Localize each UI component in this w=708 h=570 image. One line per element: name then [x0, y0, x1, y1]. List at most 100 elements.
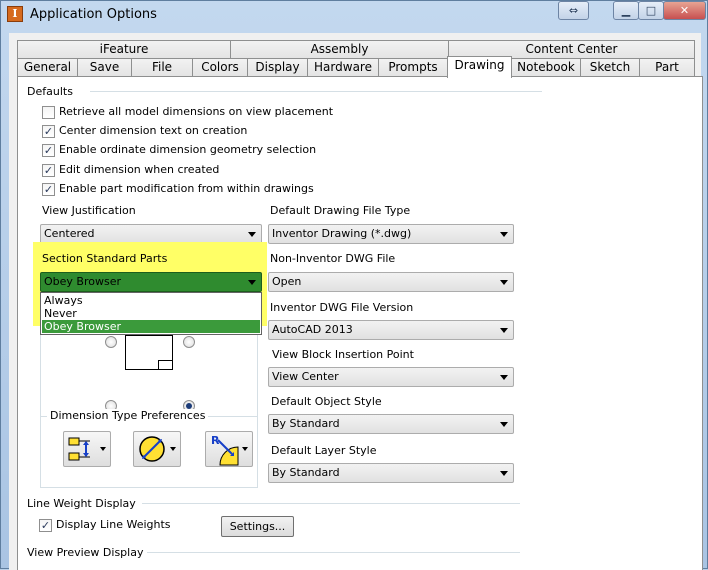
checkbox-label: Retrieve all model dimensions on view pl… [59, 105, 334, 118]
default-layer-style-select[interactable]: By Standard [268, 463, 514, 483]
view-preview-display-label: View Preview Display [27, 546, 148, 559]
section-standard-parts-select[interactable]: Obey Browser [40, 272, 262, 292]
maximize-button[interactable]: □ [638, 1, 664, 20]
checkbox-display-line-weights[interactable]: ✓ Display Line Weights [39, 518, 219, 534]
dropdown-arrow-icon [500, 232, 508, 237]
checkbox-edit-dimension-when-created[interactable]: ✓ Edit dimension when created [42, 163, 442, 179]
section-standard-parts-value: Obey Browser [44, 275, 121, 288]
default-layer-style-label: Default Layer Style [271, 444, 377, 457]
view-preview-divider [142, 552, 520, 553]
check-icon: ✓ [40, 519, 51, 532]
svg-text:R: R [211, 434, 220, 447]
section-standard-parts-label: Section Standard Parts [42, 252, 168, 265]
title-bar[interactable]: I Application Options ⇔ ▁ □ ✕ [1, 1, 708, 33]
section-standard-parts-dropdown: Always Never Obey Browser [40, 292, 262, 335]
default-layer-style-value: By Standard [272, 466, 340, 479]
view-justification-value: Centered [44, 227, 95, 240]
view-block-insertion-point-select[interactable]: View Center [268, 367, 514, 387]
line-weight-display-label: Line Weight Display [27, 497, 140, 510]
non-inventor-dwg-file-value: Open [272, 275, 302, 288]
insertion-radio-top-left[interactable] [105, 336, 117, 348]
checkbox-retrieve-dimensions[interactable]: Retrieve all model dimensions on view pl… [42, 105, 442, 121]
defaults-group-label: Defaults [27, 85, 77, 98]
line-weight-divider [142, 503, 520, 504]
dropdown-arrow-icon [242, 447, 248, 451]
dropdown-arrow-icon [500, 375, 508, 380]
linear-dimension-button[interactable] [63, 431, 111, 467]
drawing-tab-panel: Defaults Retrieve all model dimensions o… [17, 76, 703, 570]
dialog-client: iFeature Assembly Content Center General… [9, 33, 703, 570]
view-justification-label: View Justification [42, 204, 136, 217]
tab-sketch[interactable]: Sketch [580, 58, 640, 77]
settings-button[interactable]: Settings... [221, 516, 294, 537]
tab-notebook[interactable]: Notebook [511, 58, 581, 77]
tab-hardware[interactable]: Hardware [307, 58, 379, 77]
non-inventor-dwg-file-select[interactable]: Open [268, 272, 514, 292]
tab-drawing[interactable]: Drawing [447, 56, 512, 78]
tab-display[interactable]: Display [247, 58, 308, 77]
checkbox-box[interactable] [42, 106, 55, 119]
default-drawing-file-type-select[interactable]: Inventor Drawing (*.dwg) [268, 224, 514, 244]
maximize-icon: □ [645, 4, 657, 17]
default-object-style-value: By Standard [272, 417, 340, 430]
option-always[interactable]: Always [42, 294, 260, 307]
check-icon: ✓ [43, 144, 54, 157]
option-obey-browser[interactable]: Obey Browser [42, 320, 260, 333]
default-object-style-label: Default Object Style [271, 395, 382, 408]
radius-dimension-button[interactable]: R [205, 431, 253, 467]
default-drawing-file-type-value: Inventor Drawing (*.dwg) [272, 227, 412, 240]
default-object-style-select[interactable]: By Standard [268, 414, 514, 434]
view-block-insertion-point-label: View Block Insertion Point [272, 348, 414, 361]
close-icon: ✕ [679, 4, 690, 17]
minimize-icon: ▁ [621, 4, 631, 17]
tab-save[interactable]: Save [77, 58, 132, 77]
close-button[interactable]: ✕ [663, 1, 706, 20]
default-drawing-file-type-label: Default Drawing File Type [270, 204, 411, 217]
dropdown-arrow-icon [100, 447, 106, 451]
checkbox-box[interactable]: ✓ [42, 164, 55, 177]
tab-ifeature[interactable]: iFeature [17, 40, 231, 59]
dropdown-arrow-icon [500, 328, 508, 333]
view-justification-select[interactable]: Centered [40, 224, 262, 244]
checkbox-box[interactable]: ✓ [42, 144, 55, 157]
tab-prompts[interactable]: Prompts [378, 58, 448, 77]
checkbox-box[interactable]: ✓ [42, 183, 55, 196]
checkbox-box[interactable]: ✓ [42, 125, 55, 138]
checkbox-label: Enable part modification from within dra… [59, 182, 314, 195]
defaults-divider [90, 91, 542, 92]
checkbox-enable-ordinate-selection[interactable]: ✓ Enable ordinate dimension geometry sel… [42, 143, 442, 159]
check-icon: ✓ [43, 164, 54, 177]
tab-general[interactable]: General [17, 58, 78, 77]
inventor-dwg-file-version-label: Inventor DWG File Version [270, 301, 414, 314]
window-title: Application Options [30, 7, 157, 22]
tab-assembly[interactable]: Assembly [230, 40, 449, 59]
tab-file[interactable]: File [131, 58, 193, 77]
check-icon: ✓ [43, 183, 54, 196]
option-never[interactable]: Never [42, 307, 260, 320]
dropdown-arrow-icon [500, 280, 508, 285]
sheet-outline-icon [125, 335, 173, 370]
restore-layout-button[interactable]: ⇔ [558, 1, 589, 20]
checkbox-center-dimension-text[interactable]: ✓ Center dimension text on creation [42, 124, 442, 140]
diameter-dimension-button[interactable] [133, 431, 181, 467]
dimension-type-preferences-group: Dimension Type Preferences R [40, 409, 258, 488]
dimension-type-preferences-label: Dimension Type Preferences [47, 409, 209, 422]
title-block-icon [158, 360, 173, 370]
tab-part[interactable]: Part [639, 58, 695, 77]
inventor-dwg-file-version-select[interactable]: AutoCAD 2013 [268, 320, 514, 340]
insertion-radio-top-right[interactable] [183, 336, 195, 348]
tab-colors[interactable]: Colors [192, 58, 248, 77]
dropdown-arrow-icon [248, 280, 256, 285]
dropdown-arrow-icon [170, 447, 176, 451]
check-icon: ✓ [43, 125, 54, 138]
minimize-button[interactable]: ▁ [613, 1, 639, 20]
dropdown-arrow-icon [248, 232, 256, 237]
checkbox-label: Display Line Weights [56, 518, 171, 531]
checkbox-box[interactable]: ✓ [39, 519, 52, 532]
dropdown-arrow-icon [500, 471, 508, 476]
checkbox-enable-part-modification[interactable]: ✓ Enable part modification from within d… [42, 182, 442, 198]
inventor-dwg-file-version-value: AutoCAD 2013 [272, 323, 353, 336]
application-options-window: I Application Options ⇔ ▁ □ ✕ iFeature A… [0, 0, 708, 570]
checkbox-label: Edit dimension when created [59, 163, 220, 176]
non-inventor-dwg-file-label: Non-Inventor DWG File [270, 252, 396, 265]
